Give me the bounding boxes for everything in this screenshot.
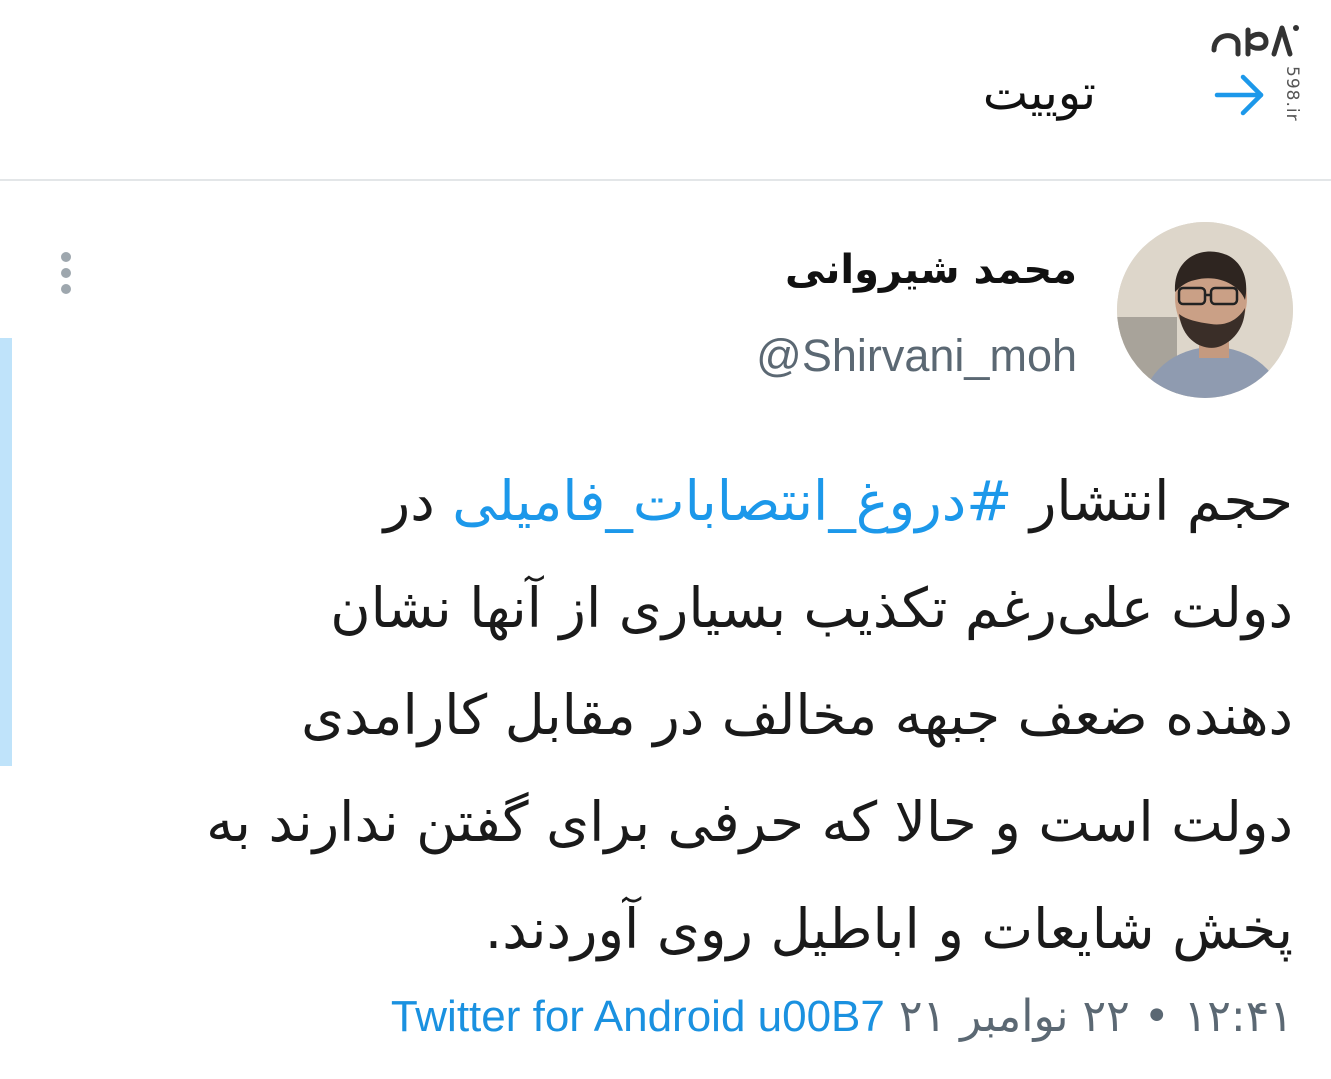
tweet-line: دولت است و حالا که حرفی برای گفتن ندارند… — [206, 790, 1293, 854]
scroll-accent-bar — [0, 338, 12, 766]
page-title: توییت — [982, 65, 1096, 121]
watermark-logo — [1211, 25, 1299, 57]
avatar[interactable] — [1117, 222, 1293, 398]
kebab-menu-icon[interactable] — [56, 252, 76, 298]
author-handle[interactable]: @Shirvani_moh — [756, 324, 1077, 388]
tweet-line: دهنده ضعف جبهه مخالف در مقابل کارامدی — [301, 683, 1293, 747]
watermark-url: 598.ir — [1282, 66, 1302, 122]
author-name[interactable]: محمد شیروانی — [785, 240, 1077, 300]
tweet-line: حجم انتشار #دروغ_انتصابات_فامیلی در — [383, 469, 1293, 533]
tweet-line: دولت علی‌رغم تکذیب بسیاری از آنها نشان — [330, 576, 1293, 640]
tweet-text: حجم انتشار #دروغ_انتصابات_فامیلی در دولت… — [31, 448, 1293, 983]
hashtag-link[interactable]: #دروغ_انتصابات_فامیلی — [452, 469, 1012, 533]
tweet-meta: Twitter for Android u00B7 ۱۲:۴۱ • ۲۲ نوا… — [391, 985, 1293, 1049]
tweet-line: پخش شایعات و اباطیل روی آوردند. — [484, 897, 1293, 961]
watermark: 598.ir — [1198, 20, 1308, 140]
tweet-page: توییت 598.ir محمد شیروانی @Shirvani_moh … — [0, 0, 1331, 1079]
avatar-photo — [1117, 222, 1293, 398]
tweet-timestamp: ۱۲:۴۱ • ۲۲ نوامبر ۲۱ — [898, 991, 1293, 1042]
tweet-source-link[interactable]: Twitter for Android u00B7 — [391, 992, 885, 1041]
top-app-bar: توییت 598.ir — [0, 0, 1331, 181]
